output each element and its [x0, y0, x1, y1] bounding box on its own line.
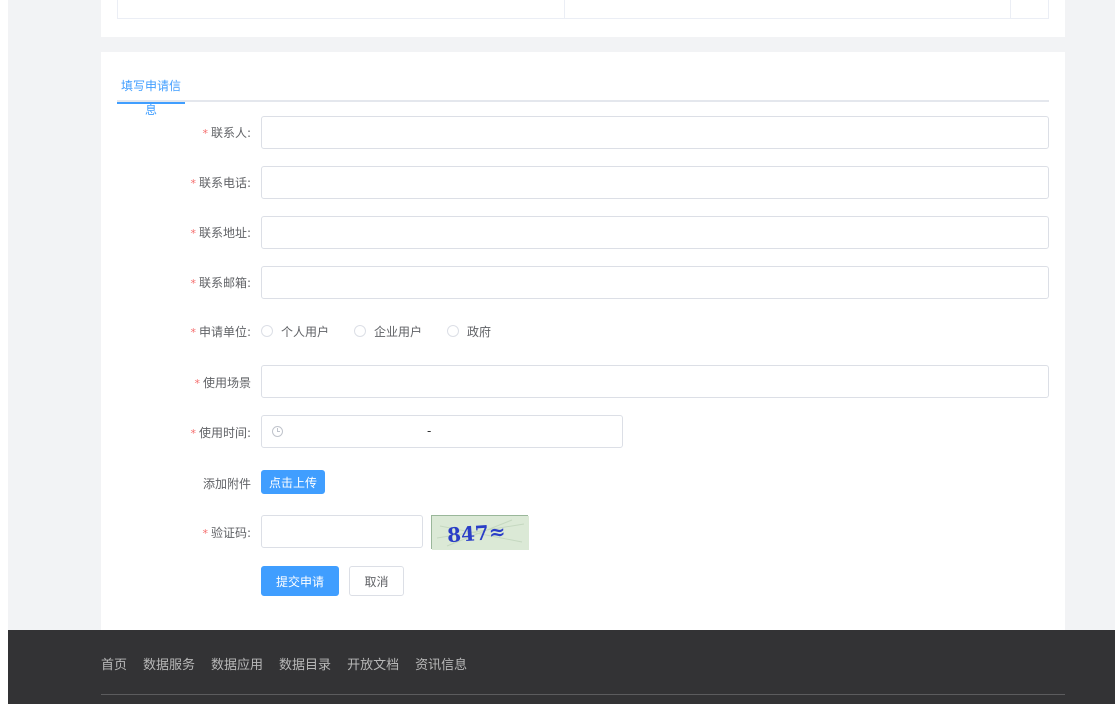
- address-label: * 联系地址:: [190, 224, 251, 241]
- footer-link-open-docs[interactable]: 开放文档: [347, 654, 399, 673]
- application-form-card: 填写申请信息 * 联系人: * 联系电话: * 联系地址: * 联系邮箱: * 申请单位:…: [101, 52, 1065, 630]
- footer-link-data-applications[interactable]: 数据应用: [211, 654, 263, 673]
- radio-enterprise-user[interactable]: 企业用户: [354, 323, 422, 340]
- radio-circle[interactable]: [261, 325, 273, 337]
- captcha-graphic: 847≈: [432, 516, 529, 550]
- footer-nav: 首页 数据服务 数据应用 数据目录 开放文档 资讯信息: [101, 654, 483, 673]
- table-divider: [1010, 0, 1011, 18]
- tab-fill-application[interactable]: 填写申请信息: [117, 74, 185, 117]
- left-gutter: [0, 0, 8, 704]
- phone-label-text: 联系电话:: [198, 176, 251, 190]
- captcha-label: * 验证码:: [202, 524, 251, 541]
- contact-label: * 联系人:: [202, 124, 251, 141]
- contact-label-text: 联系人:: [210, 126, 251, 140]
- range-separator: -: [427, 424, 432, 438]
- phone-label: * 联系电话:: [190, 174, 251, 191]
- footer-link-data-services[interactable]: 数据服务: [143, 654, 195, 673]
- footer-link-home[interactable]: 首页: [101, 654, 127, 673]
- cancel-button[interactable]: 取消: [349, 566, 404, 596]
- radio-circle[interactable]: [447, 325, 460, 337]
- email-input[interactable]: [261, 266, 1049, 299]
- email-label-text: 联系邮箱:: [198, 276, 251, 290]
- table-divider: [564, 0, 565, 18]
- required-mark: *: [190, 177, 196, 190]
- scene-input[interactable]: [261, 365, 1049, 398]
- captcha-text: 847≈: [446, 519, 506, 547]
- required-mark: *: [190, 326, 196, 339]
- required-mark: *: [190, 427, 196, 440]
- scene-label: * 使用场景: [194, 374, 251, 391]
- captcha-image[interactable]: 847≈: [431, 515, 529, 550]
- tabs-bar: 填写申请信息: [117, 74, 1049, 117]
- phone-input[interactable]: [261, 166, 1049, 199]
- footer: 首页 数据服务 数据应用 数据目录 开放文档 资讯信息: [8, 630, 1115, 704]
- footer-link-data-catalog[interactable]: 数据目录: [279, 654, 331, 673]
- radio-label: 个人用户: [281, 324, 330, 339]
- required-mark: *: [202, 527, 208, 540]
- address-input[interactable]: [261, 216, 1049, 249]
- footer-divider: [101, 694, 1065, 695]
- time-label: * 使用时间:: [190, 424, 251, 441]
- radio-label: 企业用户: [374, 324, 423, 339]
- address-label-text: 联系地址:: [198, 226, 251, 240]
- email-label: * 联系邮箱:: [190, 274, 251, 291]
- upload-button[interactable]: 点击上传: [261, 470, 325, 494]
- date-range-picker[interactable]: -: [261, 415, 623, 448]
- radio-label: 政府: [467, 324, 492, 339]
- captcha-label-text: 验证码:: [210, 526, 251, 540]
- required-mark: *: [190, 227, 196, 240]
- footer-link-news[interactable]: 资讯信息: [415, 654, 467, 673]
- radio-government[interactable]: 政府: [447, 323, 491, 340]
- scene-label-text: 使用场景: [202, 376, 251, 390]
- unit-radio-group: 个人用户 企业用户 政府: [261, 323, 516, 339]
- radio-circle[interactable]: [354, 325, 367, 337]
- captcha-input[interactable]: [261, 515, 423, 548]
- required-mark: *: [190, 277, 196, 290]
- previous-table: [117, 0, 1049, 19]
- time-label-text: 使用时间:: [198, 426, 251, 440]
- previous-section-card: [101, 0, 1065, 37]
- unit-label: * 申请单位:: [190, 323, 251, 340]
- submit-application-button[interactable]: 提交申请: [261, 566, 339, 596]
- attachment-label: 添加附件: [202, 477, 251, 491]
- required-mark: *: [194, 377, 200, 390]
- unit-label-text: 申请单位:: [198, 325, 251, 339]
- required-mark: *: [202, 127, 208, 140]
- radio-personal-user[interactable]: 个人用户: [261, 323, 329, 340]
- clock-icon: [272, 426, 283, 437]
- contact-input[interactable]: [261, 116, 1049, 149]
